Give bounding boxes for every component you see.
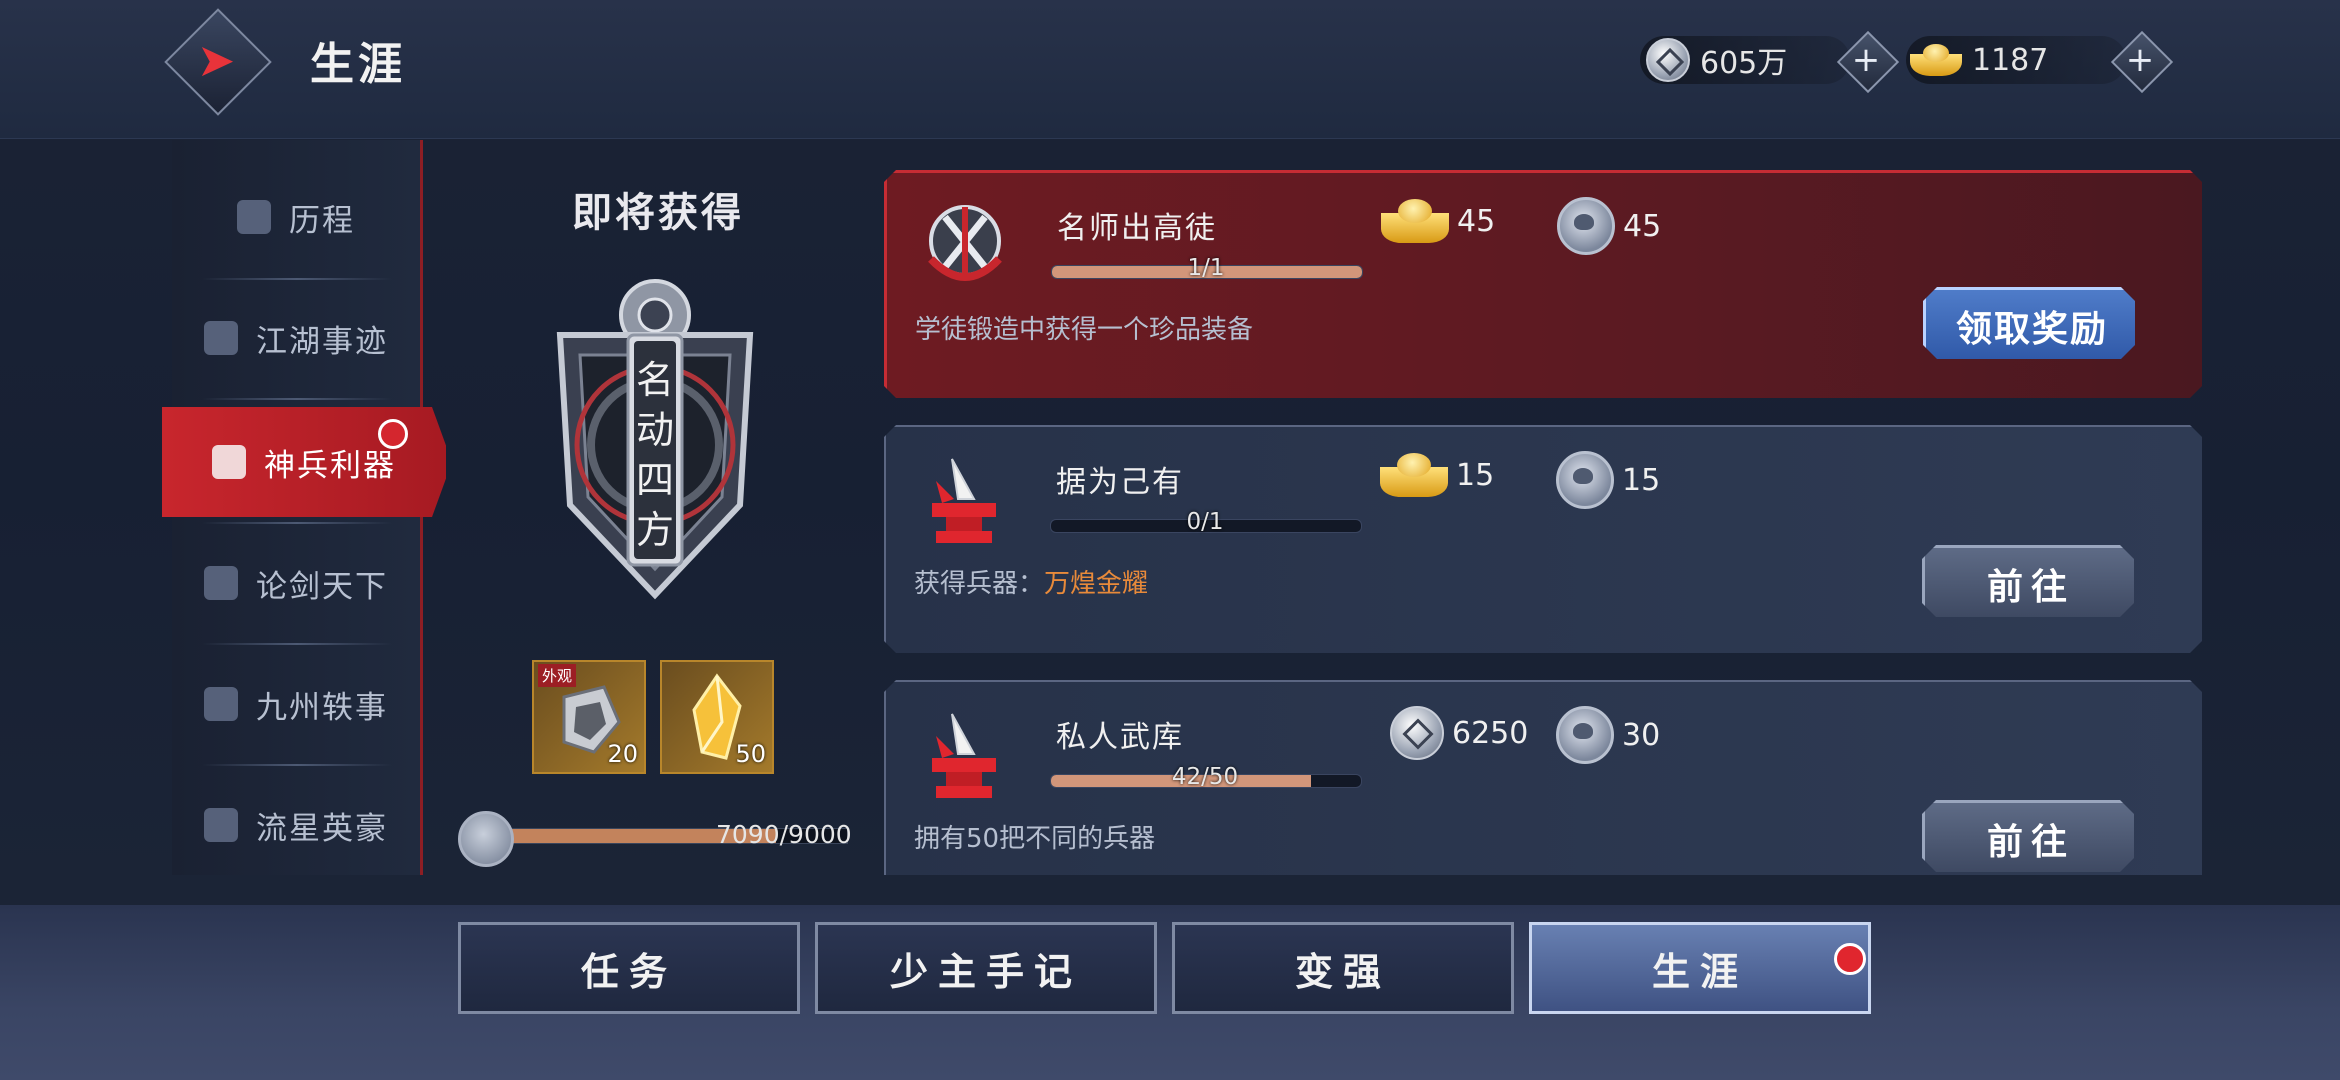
task-name: 私人武库 xyxy=(1056,720,1184,755)
reward-value: 15 xyxy=(1622,462,1661,498)
reward-secondary: 30 xyxy=(1556,706,1660,764)
sidebar-item-heroes[interactable]: 流星英豪 xyxy=(172,770,420,875)
tab-strengthen[interactable]: 变强 xyxy=(1172,922,1514,1014)
slot-tag: 外观 xyxy=(538,664,577,687)
bottom-nav xyxy=(0,905,2340,1080)
sidebar-item-duel[interactable]: 论剑天下 xyxy=(172,528,420,638)
task-card: 名师出高徒 45 45 1/1 学徒锻造中获得一个珍品装备 领取奖励 xyxy=(884,170,2202,398)
lotus-token-icon xyxy=(1556,451,1614,509)
notification-dot xyxy=(1834,943,1866,975)
content-area: 历程 江湖事迹 神兵利器 论剑天下 九州轶事 流星英豪 即将获得 名 动 四 方… xyxy=(0,0,2340,875)
weapon-name: 万煌金耀 xyxy=(1044,569,1149,599)
task-card: 私人武库 6250 30 42/50 拥有50把不同的兵器 前往 xyxy=(884,680,2202,875)
progress-text: 7090/9000 xyxy=(716,820,852,849)
sidebar-item-label: 江湖事迹 xyxy=(256,323,388,360)
anvil-icon xyxy=(932,713,996,798)
divider xyxy=(202,278,392,280)
sidebar-item-label: 神兵利器 xyxy=(264,447,396,484)
go-button[interactable]: 前往 xyxy=(1922,545,2134,617)
sidebar-item-label: 论剑天下 xyxy=(256,568,388,605)
reward-slot-crystal[interactable]: 50 xyxy=(660,660,774,774)
tab-notes[interactable]: 少主手记 xyxy=(815,922,1157,1014)
gold-ingot-icon xyxy=(1380,451,1448,499)
book-icon xyxy=(204,321,238,355)
task-description: 获得兵器：万煌金耀 xyxy=(914,569,1149,599)
reward-primary: 15 xyxy=(1376,451,1494,499)
reward-value: 6250 xyxy=(1452,715,1529,751)
lotus-token-icon xyxy=(1557,197,1615,255)
badge-char: 动 xyxy=(636,408,674,452)
tab-label: 生涯 xyxy=(1651,948,1748,994)
reward-value: 30 xyxy=(1622,717,1661,753)
upcoming-title: 即将获得 xyxy=(572,189,744,236)
go-button[interactable]: 前往 xyxy=(1922,800,2134,872)
progress-text: 42/50 xyxy=(1171,764,1239,790)
task-name: 名师出高徒 xyxy=(1057,211,1217,246)
reward-value: 45 xyxy=(1623,208,1662,244)
badge-char: 四 xyxy=(636,458,674,502)
gold-ingot-icon xyxy=(1381,197,1449,245)
silver-coin-icon xyxy=(1390,706,1444,760)
progress-text: 1/1 xyxy=(1187,255,1225,281)
sidebar-item-label: 流星英豪 xyxy=(256,810,388,847)
sidebar-item-history[interactable]: 历程 xyxy=(172,162,420,272)
reward-primary: 45 xyxy=(1377,197,1495,245)
badge-char: 名 xyxy=(636,358,674,402)
hero-helmet-icon xyxy=(204,808,238,842)
sidebar-item-anecdotes[interactable]: 九州轶事 xyxy=(172,649,420,759)
anvil-icon xyxy=(932,458,996,543)
crossed-swords-icon xyxy=(212,445,246,479)
crossed-swords-badge-icon xyxy=(928,205,1002,281)
divider xyxy=(202,522,392,524)
lotus-token-icon xyxy=(458,811,514,867)
slot-count: 20 xyxy=(607,740,638,768)
notification-dot xyxy=(378,419,408,449)
sidebar-item-label: 九州轶事 xyxy=(256,689,388,726)
reward-secondary: 45 xyxy=(1557,197,1661,255)
reward-primary: 6250 xyxy=(1384,706,1528,760)
tab-career[interactable]: 生涯 xyxy=(1529,922,1871,1014)
badge-char: 方 xyxy=(636,508,674,552)
mountain-icon xyxy=(204,687,238,721)
tab-label: 少主手记 xyxy=(889,948,1082,994)
reward-slot-outfit[interactable]: 外观 20 xyxy=(532,660,646,774)
sword-burst-icon xyxy=(204,566,238,600)
sidebar-item-label: 历程 xyxy=(289,202,355,239)
reward-secondary: 15 xyxy=(1556,451,1660,509)
claim-reward-button[interactable]: 领取奖励 xyxy=(1923,287,2135,359)
progress-text: 0/1 xyxy=(1186,509,1224,535)
divider xyxy=(202,398,392,400)
task-description: 拥有50把不同的兵器 xyxy=(914,824,1156,854)
task-card: 据为己有 15 15 0/1 获得兵器：万煌金耀 前往 xyxy=(884,425,2202,653)
sidebar-item-deeds[interactable]: 江湖事迹 xyxy=(172,283,420,393)
tab-tasks[interactable]: 任务 xyxy=(458,922,800,1014)
task-name: 据为己有 xyxy=(1056,465,1184,500)
helmet-icon xyxy=(237,200,271,234)
reward-value: 15 xyxy=(1456,457,1495,493)
achievement-badge: 名 动 四 方 xyxy=(556,279,754,600)
slot-count: 50 xyxy=(735,740,766,768)
divider xyxy=(202,643,392,645)
divider xyxy=(202,764,392,766)
tab-label: 变强 xyxy=(1294,948,1391,994)
lotus-token-icon xyxy=(1556,706,1614,764)
reward-value: 45 xyxy=(1457,203,1496,239)
tab-label: 任务 xyxy=(580,948,677,994)
task-description: 学徒锻造中获得一个珍品装备 xyxy=(915,315,1254,345)
sidebar: 历程 江湖事迹 神兵利器 论剑天下 九州轶事 流星英豪 xyxy=(162,140,446,875)
